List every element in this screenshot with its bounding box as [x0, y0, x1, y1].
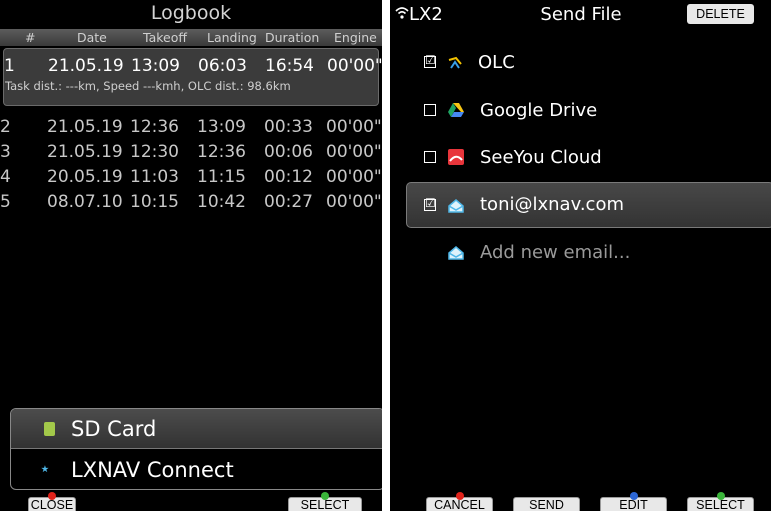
row-landing: 06:03 [198, 56, 247, 76]
menu-item-label: SD Card [71, 417, 157, 441]
olc-icon [448, 56, 462, 69]
row-engine: 00'00" [326, 142, 382, 162]
item-label: toni@lxnav.com [480, 194, 624, 215]
row-date: 21.05.19 [47, 142, 123, 162]
sd-card-icon [44, 422, 55, 436]
row-duration: 16:54 [265, 56, 314, 76]
row-num: 4 [0, 167, 11, 187]
column-takeoff: Takeoff [143, 30, 187, 45]
row-engine: 00'00" [326, 117, 382, 137]
row-landing: 10:42 [197, 192, 246, 212]
add-email-label: Add new email... [480, 242, 631, 263]
row-num: 2 [0, 117, 11, 137]
row-date: 21.05.19 [48, 56, 124, 76]
menu-item-sd-card[interactable]: SD Card [11, 409, 382, 449]
row-takeoff: 10:15 [130, 192, 179, 212]
select-button[interactable]: SELECT [288, 492, 362, 511]
table-row-selected[interactable]: 1 21.05.19 13:09 06:03 16:54 00'00" Task… [3, 48, 382, 106]
table-row[interactable]: 3 21.05.19 12:30 12:36 00:06 00'00" [0, 142, 382, 168]
row-num: 1 [4, 56, 15, 76]
row-landing: 13:09 [197, 117, 246, 137]
email-icon [448, 199, 464, 213]
row-engine: 00'00" [327, 56, 382, 76]
table-row[interactable]: 5 08.07.10 10:15 10:42 00:27 00'00" [0, 192, 382, 218]
checkbox-unchecked[interactable] [424, 104, 436, 116]
menu-item-lxnav-connect[interactable]: ⋆ LXNAV Connect [11, 450, 382, 489]
column-duration: Duration [265, 30, 320, 45]
send-button[interactable]: SEND [513, 497, 580, 511]
logbook-title: Logbook [150, 2, 232, 24]
blue-key-indicator-icon [629, 492, 638, 500]
row-duration: 00:12 [264, 167, 313, 187]
row-duration: 00:33 [264, 117, 313, 137]
checkbox-checked[interactable]: ☑ [424, 196, 436, 211]
red-key-indicator-icon [455, 492, 464, 500]
lxnav-connect-icon: ⋆ [39, 458, 51, 480]
item-label: SeeYou Cloud [480, 147, 602, 168]
checkbox-unchecked[interactable] [424, 151, 436, 163]
column-date: Date [77, 30, 107, 45]
edit-button[interactable]: EDIT [600, 492, 667, 511]
seeyou-cloud-icon [448, 149, 464, 165]
red-key-indicator-icon [48, 492, 56, 500]
column-num: # [25, 30, 36, 45]
table-row[interactable]: 2 21.05.19 12:36 13:09 00:33 00'00" [0, 117, 382, 143]
cancel-button[interactable]: CANCEL [426, 492, 493, 511]
green-key-indicator-icon [716, 492, 725, 500]
row-takeoff: 13:09 [131, 56, 180, 76]
close-button[interactable]: CLOSE [28, 492, 76, 511]
checkbox-checked[interactable]: ☑ [424, 53, 436, 68]
column-landing: Landing [207, 30, 257, 45]
row-duration: 00:27 [264, 192, 313, 212]
logbook-screen: Logbook # Date Takeoff Landing Duration … [0, 0, 382, 511]
row-takeoff: 11:03 [130, 167, 179, 187]
menu-item-label: LXNAV Connect [71, 458, 234, 482]
delete-button[interactable]: DELETE [687, 4, 754, 24]
row-engine: 00'00" [326, 167, 382, 187]
send-file-screen: LX2 Send File DELETE ☑ OLC Google Drive … [390, 0, 771, 511]
green-key-indicator-icon [321, 492, 329, 500]
google-drive-icon [448, 103, 464, 117]
list-item-seeyou-cloud[interactable]: SeeYou Cloud [390, 135, 771, 181]
top-bar: LX2 Send File DELETE [390, 0, 771, 30]
select-button[interactable]: SELECT [687, 492, 754, 511]
row-date: 08.07.10 [47, 192, 123, 212]
row-landing: 12:36 [197, 142, 246, 162]
flight-detail: Task dist.: ---km, Speed ---kmh, OLC dis… [5, 79, 291, 93]
item-label: Google Drive [480, 100, 598, 121]
table-row[interactable]: 4 20.05.19 11:03 11:15 00:12 00'00" [0, 167, 382, 193]
row-num: 3 [0, 142, 11, 162]
row-date: 20.05.19 [47, 167, 123, 187]
row-takeoff: 12:36 [130, 117, 179, 137]
row-engine: 00'00" [326, 192, 382, 212]
list-item-email-selected[interactable]: ☑ toni@lxnav.com [406, 182, 771, 228]
logbook-column-header: # Date Takeoff Landing Duration Engine [0, 29, 382, 46]
email-icon [448, 246, 464, 260]
row-takeoff: 12:30 [130, 142, 179, 162]
row-date: 21.05.19 [47, 117, 123, 137]
add-email-item[interactable]: Add new email... [390, 230, 771, 276]
destination-menu: SD Card ⋆ LXNAV Connect [10, 408, 382, 490]
row-num: 5 [0, 192, 11, 212]
send-label: SEND [529, 498, 564, 511]
row-landing: 11:15 [197, 167, 246, 187]
item-label: OLC [478, 52, 515, 73]
row-duration: 00:06 [264, 142, 313, 162]
list-item-google-drive[interactable]: Google Drive [390, 88, 771, 134]
column-engine: Engine [334, 30, 377, 45]
list-item-olc[interactable]: ☑ OLC [390, 40, 771, 86]
